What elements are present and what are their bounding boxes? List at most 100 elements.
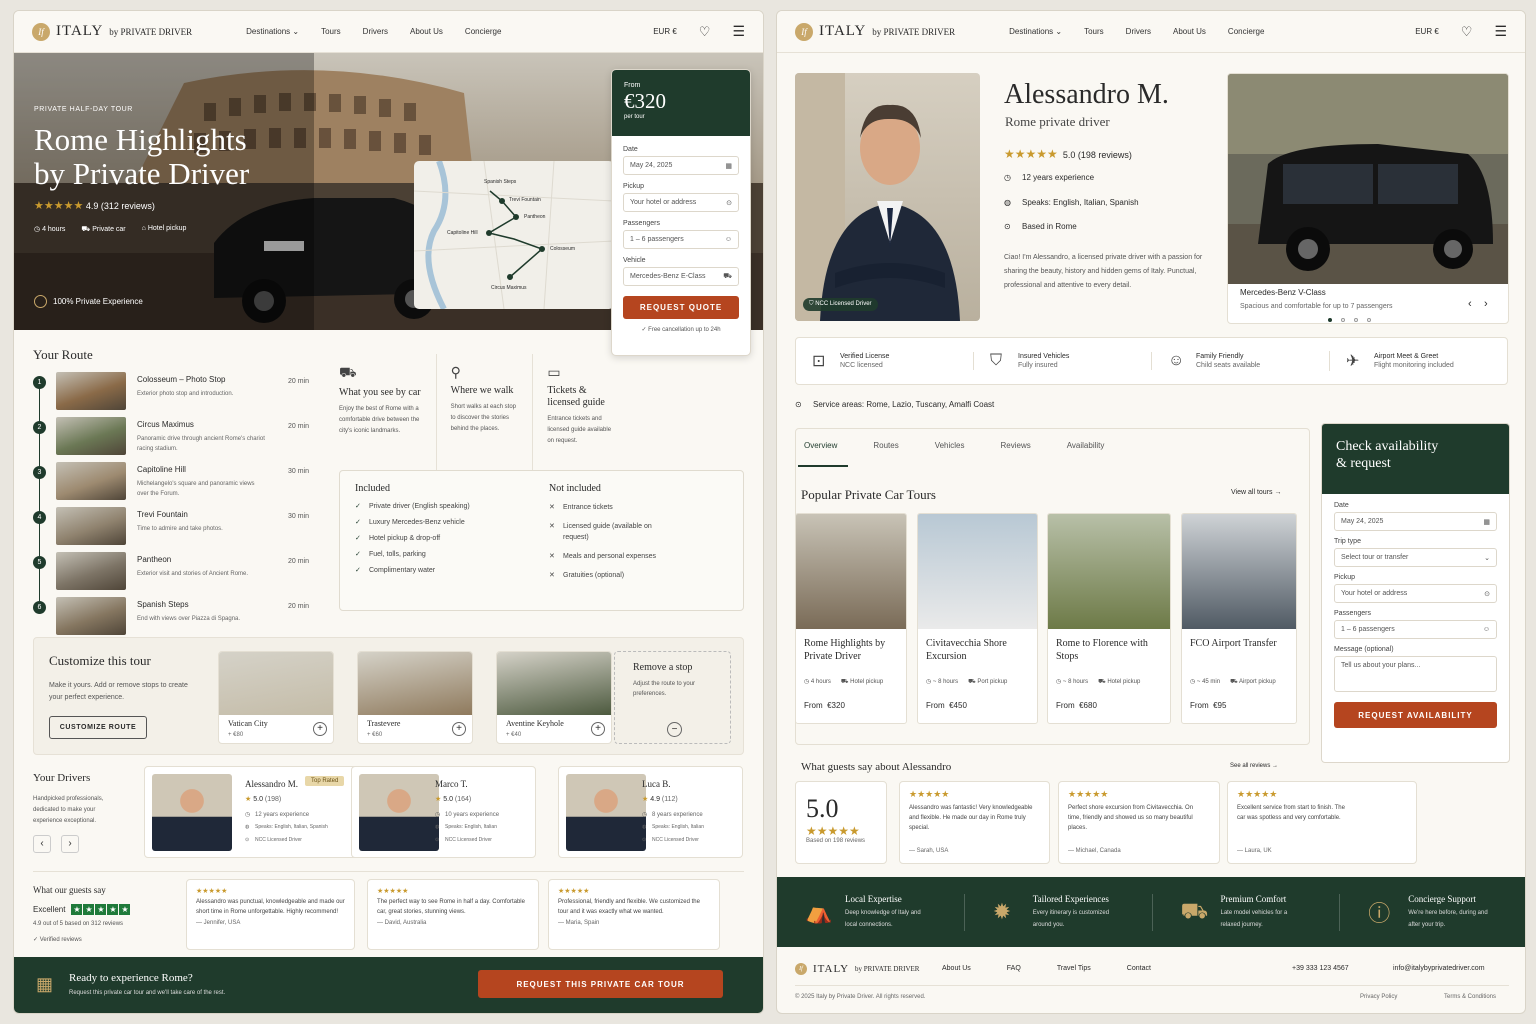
avail-passengers-field[interactable]: 1 – 6 passengers ☺	[1334, 620, 1497, 639]
see-all-reviews-link[interactable]: See all reviews →	[1230, 763, 1278, 769]
footer-logo[interactable]: If ITALY by PRIVATE DRIVER	[795, 963, 919, 975]
footer-email[interactable]: info@italybyprivatedriver.com	[1393, 965, 1485, 972]
nav-tours[interactable]: Tours	[321, 27, 341, 36]
car-icon: ⛟	[1180, 897, 1209, 923]
route-stop[interactable]: 6 Spanish Steps End with views over Piazza…	[33, 597, 318, 639]
nav-destinations[interactable]: Destinations ⌄	[1009, 27, 1062, 36]
request-availability-button[interactable]: REQUEST AVAILABILITY	[1334, 702, 1497, 728]
nav-drivers[interactable]: Drivers	[1126, 27, 1151, 36]
nav-destinations[interactable]: Destinations ⌄	[246, 27, 299, 36]
stop-duration: 20 min	[288, 378, 310, 385]
tab-reviews[interactable]: Reviews	[1001, 441, 1031, 450]
route-stop[interactable]: 5 Pantheon Exterior visit and stories of A…	[33, 552, 318, 594]
request-quote-button[interactable]: REQUEST QUOTE	[623, 296, 739, 319]
currency-selector[interactable]: EUR €	[1415, 27, 1439, 36]
next-arrow-button[interactable]: ›	[61, 835, 79, 853]
currency-selector[interactable]: EUR €	[653, 27, 677, 36]
tour-card[interactable]: Rome Highlights by Private Driver ◷ 4 hou…	[795, 513, 907, 724]
clock-icon: ◷	[1004, 173, 1011, 182]
route-stop[interactable]: 4 Trevi Fountain Time to admire and take p…	[33, 507, 318, 549]
pickup-field[interactable]: Your hotel or address ⊙	[623, 193, 739, 212]
cta-footer: ▦ Ready to experience Rome? Request this…	[14, 957, 763, 1013]
map-label-trevi: Trevi Fountain	[509, 197, 541, 203]
footer-phone[interactable]: +39 333 123 4567	[1292, 965, 1349, 972]
nav-about[interactable]: About Us	[410, 27, 443, 36]
plus-circle-icon[interactable]: +	[452, 722, 466, 736]
option-photo	[358, 652, 472, 715]
heart-icon[interactable]: ♡	[699, 24, 711, 40]
customize-route-button[interactable]: CUSTOMIZE ROUTE	[49, 716, 147, 739]
location-pin-icon: ⊙	[435, 837, 440, 843]
not-included-item: ✕ Licensed guide (available on request)	[549, 521, 669, 543]
plus-circle-icon[interactable]: +	[591, 722, 605, 736]
location-pin-icon: ⊙	[795, 400, 802, 409]
tab-routes[interactable]: Routes	[873, 441, 898, 450]
stop-option[interactable]: Aventine Keyhole + €40 +	[496, 651, 612, 744]
footer-link-tips[interactable]: Travel Tips	[1057, 965, 1091, 972]
terms-link[interactable]: Terms & Conditions	[1444, 994, 1496, 1000]
footer-link-about[interactable]: About Us	[942, 965, 971, 972]
stop-option[interactable]: Trastevere + €60 +	[357, 651, 473, 744]
tour-card[interactable]: FCO Airport Transfer ◷ ~ 45 min ⛟ Airport …	[1181, 513, 1297, 724]
seal-icon	[34, 295, 47, 308]
passengers-field[interactable]: 1 – 6 passengers ☺	[623, 230, 739, 249]
stop-option[interactable]: Vatican City + €80 +	[218, 651, 334, 744]
nav-concierge[interactable]: Concierge	[465, 27, 501, 36]
carousel-dots[interactable]	[1328, 318, 1371, 322]
tour-card[interactable]: Civitavecchia Shore Excursion ◷ ~ 8 hours…	[917, 513, 1038, 724]
drivers-desc: Handpicked professionals, dedicated to m…	[33, 796, 104, 824]
menu-icon[interactable]: ☰	[732, 23, 745, 40]
brand-logo[interactable]: If ITALY by PRIVATE DRIVER	[32, 22, 192, 41]
tour-card[interactable]: Rome to Florence with Stops ◷ ~ 8 hours ⛟ …	[1047, 513, 1171, 724]
view-all-tours-link[interactable]: View all tours →	[1231, 489, 1281, 496]
driver-card[interactable]: Marco T. ★ 5.0 (164) ◷ 10 years experience ◍…	[351, 766, 536, 858]
driver-card[interactable]: Luca B. ★ 4.9 (112) ◷ 8 years experience ◍ Sp…	[558, 766, 743, 858]
request-tour-button[interactable]: REQUEST THIS PRIVATE CAR TOUR	[478, 970, 723, 998]
price-header: From €320 per tour	[612, 70, 750, 136]
driver-lic: ⊙ NCC Licensed Driver	[435, 837, 492, 843]
brand-name: ITALY	[56, 23, 104, 39]
heart-icon[interactable]: ♡	[1461, 24, 1473, 40]
route-map[interactable]: Spanish Steps Trevi Fountain Pantheon Ca…	[414, 161, 614, 309]
route-stop[interactable]: 1 Colosseum – Photo Stop Exterior photo st…	[33, 372, 318, 414]
logo-mark: If	[32, 22, 50, 41]
nav-drivers[interactable]: Drivers	[363, 27, 388, 36]
prev-arrow-button[interactable]: ‹	[33, 835, 51, 853]
avail-pickup-field[interactable]: Your hotel or address ⊙	[1334, 584, 1497, 603]
tour-duration: ~ 8 hours	[932, 679, 959, 685]
tab-availability[interactable]: Availability	[1067, 441, 1105, 450]
tab-overview[interactable]: Overview	[804, 441, 837, 450]
privacy-link[interactable]: Privacy Policy	[1360, 994, 1397, 1000]
included-item: ✓ Complimentary water	[355, 566, 470, 574]
value-item: ⓘ Concierge Support We're here before, dur…	[1339, 893, 1525, 931]
chevron-left-icon[interactable]: ‹	[1468, 298, 1472, 310]
driver-card[interactable]: Alessandro M. Top Rated ★ 5.0 (198) ◷ 12 yea…	[144, 766, 363, 858]
nav-about[interactable]: About Us	[1173, 27, 1206, 36]
rating-count: (112)	[661, 796, 678, 803]
route-stop[interactable]: 2 Circus Maximus Panoramic drive through a…	[33, 417, 318, 459]
vehicle-field[interactable]: Mercedes-Benz E-Class ⛟	[623, 267, 739, 286]
review-card: ★★★★★ Alessandro was punctual, knowledgea…	[186, 879, 355, 950]
tab-vehicles[interactable]: Vehicles	[935, 441, 965, 450]
footer-link-faq[interactable]: FAQ	[1007, 965, 1021, 972]
footer-link-contact[interactable]: Contact	[1127, 965, 1151, 972]
plus-circle-icon[interactable]: +	[313, 722, 327, 736]
brand-logo[interactable]: If ITALY by PRIVATE DRIVER	[795, 22, 955, 41]
minus-circle-icon[interactable]: −	[667, 722, 682, 737]
message-textarea[interactable]: Tell us about your plans...	[1334, 656, 1497, 692]
nav-tours[interactable]: Tours	[1084, 27, 1104, 36]
chevron-right-icon[interactable]: ›	[1484, 298, 1488, 310]
trip-type-select[interactable]: Select tour or transfer ⌄	[1334, 548, 1497, 567]
tour-name: Civitavecchia Shore Excursion	[926, 638, 1007, 662]
nav-concierge[interactable]: Concierge	[1228, 27, 1264, 36]
menu-icon[interactable]: ☰	[1494, 23, 1507, 40]
route-stop[interactable]: 3 Capitoline Hill Michelangelo's square an…	[33, 462, 318, 504]
values-band: ⛺ Local Expertise Deep knowledge of Italy …	[777, 877, 1525, 947]
date-field[interactable]: May 24, 2025 ▦	[623, 156, 739, 175]
tour-meta: ◷ ~ 8 hours ⛟ Hotel pickup	[1056, 678, 1140, 686]
remove-stop-card[interactable]: Remove a stop Adjust the route to your p…	[614, 651, 731, 744]
driver-langs-text: Speaks: English, Italian	[652, 824, 704, 830]
stop-name: Trevi Fountain	[137, 510, 188, 519]
avail-date-field[interactable]: May 24, 2025 ▦	[1334, 512, 1497, 531]
walking-icon: ⚲	[450, 364, 461, 380]
